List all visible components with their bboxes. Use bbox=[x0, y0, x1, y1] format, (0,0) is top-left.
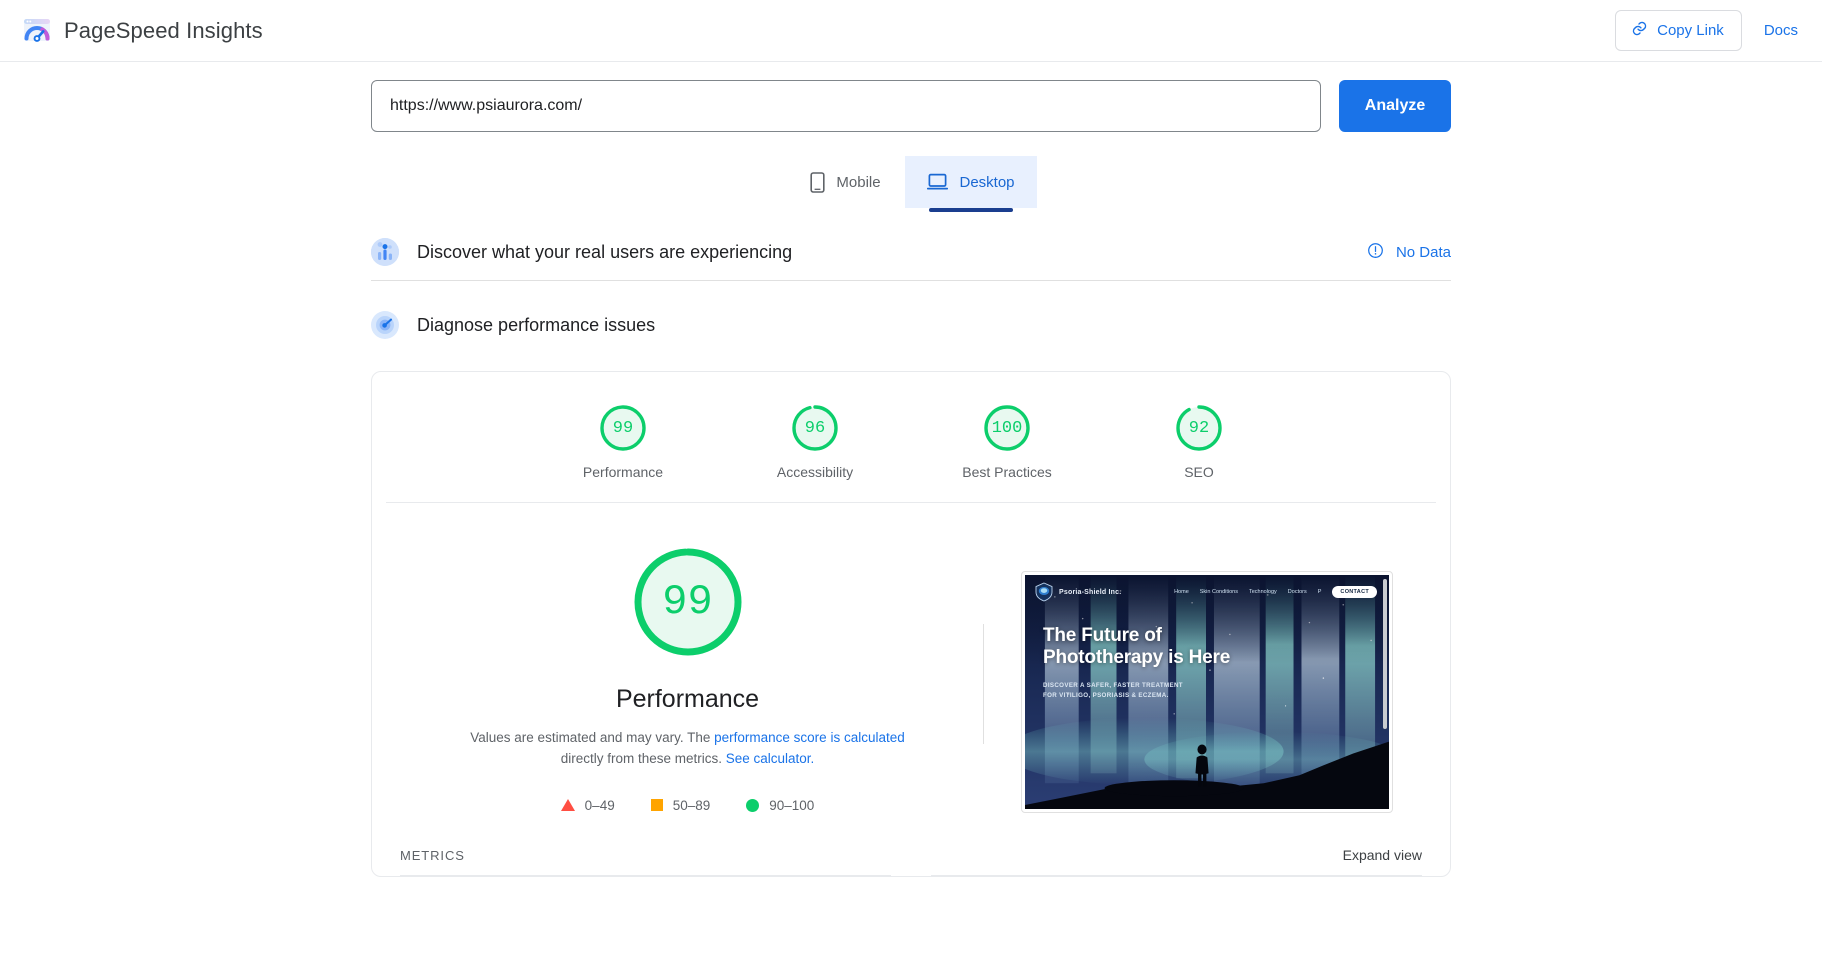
score-seo[interactable]: 92 SEO bbox=[1139, 402, 1259, 480]
score-label-best-practices: Best Practices bbox=[962, 464, 1052, 480]
url-input[interactable] bbox=[371, 80, 1321, 132]
screenshot-scrollbar bbox=[1383, 579, 1387, 729]
score-value-accessibility: 96 bbox=[804, 418, 826, 438]
metrics-label: METRICS bbox=[400, 847, 465, 863]
brand: PageSpeed Insights bbox=[22, 16, 263, 46]
score-label-performance: Performance bbox=[582, 464, 664, 480]
screenshot-nav-item-0: Home bbox=[1174, 589, 1189, 595]
field-data-status[interactable]: No Data bbox=[1367, 242, 1451, 263]
expand-view-button[interactable]: Expand view bbox=[1343, 847, 1422, 863]
performance-column: 99 Performance Values are estimated and … bbox=[400, 545, 975, 823]
screenshot-subhead-line1: DISCOVER A SAFER, FASTER TREATMENT bbox=[1043, 682, 1183, 690]
screenshot-headline-line1: The Future of bbox=[1043, 625, 1162, 646]
screenshot-hero: The Future of Phototherapy is Here DISCO… bbox=[1043, 625, 1230, 701]
screenshot-image: Psoria-Shield Inc. Home Skin Conditions … bbox=[1025, 575, 1389, 809]
field-data-title: Discover what your real users are experi… bbox=[417, 241, 793, 262]
screenshot-navbar: Psoria-Shield Inc. Home Skin Conditions … bbox=[1025, 575, 1389, 609]
page-body: Analyze Mobile bbox=[0, 62, 1822, 877]
score-accessibility[interactable]: 96 Accessibility bbox=[755, 402, 875, 480]
analyze-button[interactable]: Analyze bbox=[1339, 80, 1451, 132]
score-gauge-best-practices: 100 bbox=[981, 402, 1033, 454]
lab-data-title: Diagnose performance issues bbox=[417, 314, 656, 335]
form-factor-tabs: Mobile Desktop bbox=[371, 156, 1451, 212]
screenshot-nav-links: Home Skin Conditions Technology Doctors … bbox=[1174, 586, 1377, 598]
app-header: PageSpeed Insights Copy Link Docs bbox=[0, 0, 1822, 62]
triangle-swatch-icon bbox=[560, 799, 575, 812]
screenshot-column: Psoria-Shield Inc. Home Skin Conditions … bbox=[992, 545, 1422, 823]
screenshot-contact-button: CONTACT bbox=[1332, 586, 1377, 598]
score-value-performance: 99 bbox=[612, 418, 634, 438]
performance-note-middle: directly from these metrics. bbox=[560, 750, 726, 766]
tab-mobile-label: Mobile bbox=[836, 173, 881, 191]
screenshot-nav-item-3: Doctors bbox=[1287, 589, 1307, 595]
circle-swatch-icon bbox=[746, 798, 760, 812]
lab-data-section: Diagnose performance issues bbox=[371, 281, 1451, 353]
see-calculator-link[interactable]: See calculator. bbox=[726, 751, 815, 766]
score-label-seo: SEO bbox=[1184, 464, 1214, 480]
performance-note-prefix: Values are estimated and may vary. The bbox=[470, 730, 715, 745]
no-data-label: No Data bbox=[1395, 243, 1451, 261]
legend-item-good: 90–100 bbox=[746, 798, 814, 813]
header-actions: Copy Link Docs bbox=[1615, 10, 1798, 51]
score-gauge-seo: 92 bbox=[1173, 402, 1225, 454]
screenshot-nav-item-4: P bbox=[1317, 589, 1322, 595]
performance-summary: 99 Performance Values are estimated and … bbox=[372, 503, 1450, 823]
screenshot-headline-line2: Phototherapy is Here bbox=[1043, 647, 1231, 669]
tab-desktop-label: Desktop bbox=[959, 173, 1015, 191]
screenshot-nav-item-2: Technology bbox=[1248, 589, 1277, 595]
screenshot-nav-item-1: Skin Conditions bbox=[1199, 589, 1238, 595]
category-scores: 99 Performance 96 Accessibility 100 Best… bbox=[386, 372, 1436, 503]
metrics-header: METRICS Expand view bbox=[372, 823, 1450, 863]
square-swatch-icon bbox=[650, 799, 663, 812]
metrics-divider-left bbox=[400, 874, 891, 876]
app-title: PageSpeed Insights bbox=[64, 17, 263, 43]
performance-score-link[interactable]: performance score is calculated bbox=[714, 730, 905, 745]
real-users-globe-icon bbox=[371, 238, 399, 266]
url-form: Analyze bbox=[371, 80, 1451, 132]
pagespeed-gauge-logo-icon bbox=[22, 16, 52, 46]
link-icon bbox=[1631, 20, 1648, 41]
copy-link-button[interactable]: Copy Link bbox=[1615, 10, 1742, 51]
legend-label-average: 50–89 bbox=[672, 797, 711, 813]
score-best-practices[interactable]: 100 Best Practices bbox=[947, 402, 1067, 480]
legend-label-good: 90–100 bbox=[769, 797, 815, 813]
page-screenshot-thumbnail[interactable]: Psoria-Shield Inc. Home Skin Conditions … bbox=[1021, 571, 1393, 813]
performance-score-value: 99 bbox=[662, 578, 713, 626]
performance-title: Performance bbox=[615, 685, 760, 713]
tab-mobile[interactable]: Mobile bbox=[785, 156, 905, 208]
desktop-monitor-icon bbox=[927, 173, 949, 191]
score-value-best-practices: 100 bbox=[991, 418, 1023, 438]
diagnose-gauge-icon bbox=[371, 311, 399, 339]
screenshot-subhead-line2: FOR VITILIGO, PSORIASIS & ECZEMA. bbox=[1043, 691, 1169, 699]
legend-item-average: 50–89 bbox=[650, 797, 711, 813]
vertical-divider bbox=[983, 623, 984, 744]
content-container: Analyze Mobile bbox=[371, 62, 1451, 877]
mobile-phone-icon bbox=[810, 171, 825, 193]
screenshot-brand-name: Psoria-Shield Inc. bbox=[1059, 588, 1122, 596]
score-value-seo: 92 bbox=[1188, 418, 1210, 438]
metrics-divider-right bbox=[931, 874, 1422, 876]
results-card: 99 Performance 96 Accessibility 100 Best… bbox=[371, 371, 1451, 877]
metrics-dividers bbox=[372, 863, 1450, 876]
score-legend: 0–49 50–89 90–100 bbox=[560, 797, 814, 813]
score-gauge-accessibility: 96 bbox=[789, 402, 841, 454]
field-data-section: Discover what your real users are experi… bbox=[371, 208, 1451, 281]
score-performance[interactable]: 99 Performance bbox=[563, 402, 683, 480]
performance-note: Values are estimated and may vary. The p… bbox=[463, 728, 913, 770]
docs-link[interactable]: Docs bbox=[1764, 22, 1798, 39]
performance-gauge: 99 bbox=[631, 545, 745, 659]
info-circle-icon bbox=[1367, 242, 1384, 263]
legend-item-poor: 0–49 bbox=[560, 797, 615, 813]
score-gauge-performance: 99 bbox=[597, 402, 649, 454]
legend-label-poor: 0–49 bbox=[584, 797, 615, 813]
screenshot-brand: Psoria-Shield Inc. bbox=[1035, 582, 1121, 602]
psoria-shield-logo-icon bbox=[1035, 582, 1053, 602]
copy-link-label: Copy Link bbox=[1657, 22, 1724, 39]
tab-desktop[interactable]: Desktop bbox=[905, 156, 1037, 212]
score-label-accessibility: Accessibility bbox=[776, 464, 854, 480]
